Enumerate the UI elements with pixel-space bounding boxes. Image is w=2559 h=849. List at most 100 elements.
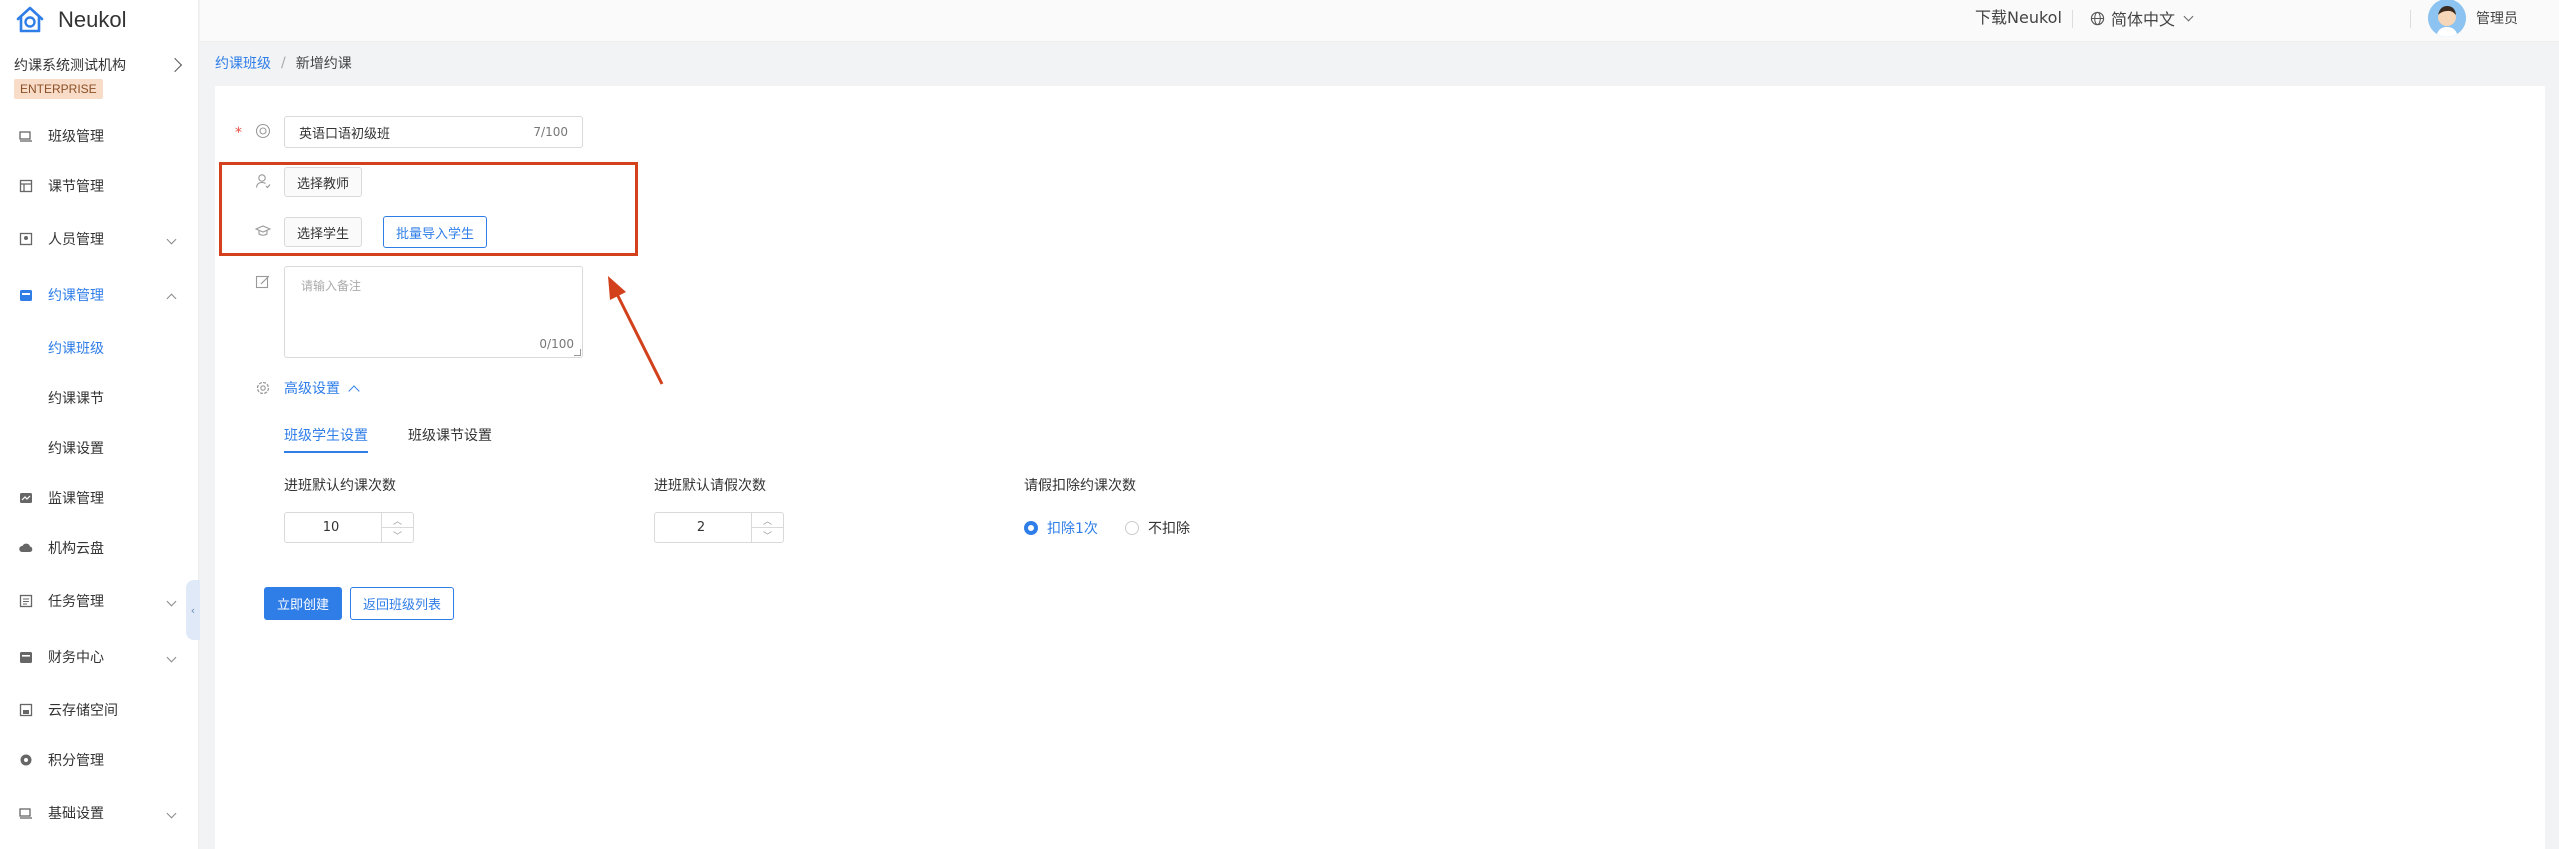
- remark-textarea[interactable]: 请输入备注 0/100: [284, 266, 583, 358]
- org-name: 约课系统测试机构: [14, 58, 126, 74]
- gear-icon: [255, 380, 271, 396]
- decrement-button[interactable]: ﹀: [752, 528, 783, 542]
- download-app-link[interactable]: 下载Neukol: [1975, 0, 2062, 36]
- sidebar-item-label: 约课课节: [48, 391, 104, 407]
- class-icon: [19, 129, 33, 143]
- resize-grip[interactable]: [574, 349, 581, 356]
- advanced-settings-toggle[interactable]: 高级设置: [284, 378, 360, 398]
- sidebar-item-cloud-disk[interactable]: 机构云盘: [0, 528, 199, 568]
- class-name-input[interactable]: 英语口语初级班 7/100: [284, 116, 583, 148]
- active-tab-indicator: [284, 451, 368, 453]
- people-icon: [19, 232, 33, 246]
- sidebar-item-lesson-management[interactable]: 课节管理: [0, 166, 199, 206]
- sidebar-subitem-booking-lesson[interactable]: 约课课节: [0, 378, 199, 418]
- radio-label: 扣除1次: [1047, 521, 1098, 537]
- default-booking-value[interactable]: 10: [285, 513, 381, 542]
- chevron-down-icon: [166, 808, 177, 818]
- create-now-button[interactable]: 立即创建: [264, 587, 342, 620]
- radio-no-deduct[interactable]: 不扣除: [1125, 518, 1190, 538]
- required-asterisk: *: [235, 125, 242, 141]
- sidebar-item-label: 机构云盘: [48, 541, 104, 557]
- advanced-settings-label: 高级设置: [284, 381, 340, 397]
- sidebar-item-points-management[interactable]: 积分管理: [0, 740, 199, 780]
- sidebar-item-basic-settings[interactable]: 基础设置: [0, 793, 199, 833]
- increment-button[interactable]: ︿: [752, 513, 783, 528]
- sidebar-item-label: 财务中心: [48, 650, 104, 666]
- sidebar-item-booking-management[interactable]: 约课管理: [0, 275, 199, 315]
- settings-icon: [19, 806, 33, 820]
- sidebar-item-label: 基础设置: [48, 806, 104, 822]
- user-menu[interactable]: 管理员: [2428, 0, 2524, 37]
- house-logo-icon: [16, 6, 44, 33]
- default-leave-value[interactable]: 2: [655, 513, 751, 542]
- sidebar-item-class-management[interactable]: 班级管理: [0, 116, 199, 156]
- cloud-icon: [19, 541, 33, 555]
- avatar: [2428, 0, 2466, 37]
- language-selector[interactable]: 简体中文: [2090, 0, 2194, 36]
- breadcrumb-parent-link[interactable]: 约课班级: [215, 53, 271, 73]
- user-name: 管理员: [2476, 11, 2518, 27]
- top-bar: [200, 0, 2559, 42]
- sidebar-item-task-management[interactable]: 任务管理: [0, 581, 199, 621]
- sidebar-item-label: 课节管理: [48, 179, 104, 195]
- sidebar-item-monitor-management[interactable]: 监课管理: [0, 478, 199, 518]
- chevron-right-icon: [167, 57, 183, 73]
- chevron-left-icon: ‹: [190, 603, 196, 617]
- leave-deduct-label: 请假扣除约课次数: [1024, 478, 1136, 494]
- tab-class-student-settings[interactable]: 班级学生设置: [284, 425, 368, 445]
- tab-class-lesson-settings[interactable]: 班级课节设置: [408, 425, 492, 445]
- breadcrumb-separator: /: [281, 55, 286, 71]
- sidebar-item-cloud-storage[interactable]: 云存储空间: [0, 690, 199, 730]
- remark-placeholder: 请输入备注: [301, 279, 362, 293]
- increment-button[interactable]: ︿: [382, 513, 413, 528]
- sidebar-item-finance-center[interactable]: 财务中心: [0, 637, 199, 677]
- lesson-icon: [19, 179, 33, 193]
- enterprise-badge: ENTERPRISE: [14, 79, 103, 99]
- sidebar-item-label: 积分管理: [48, 753, 104, 769]
- chevron-up-icon: [348, 384, 360, 397]
- breadcrumb: 约课班级 / 新增约课: [215, 52, 352, 74]
- divider: [2410, 10, 2411, 28]
- chevron-down-icon: [2183, 11, 2194, 21]
- brand-name: Neukol: [58, 7, 127, 32]
- brand-logo[interactable]: Neukol: [14, 2, 126, 38]
- radio-deduct-once[interactable]: 扣除1次: [1024, 518, 1098, 538]
- sidebar-item-label: 班级管理: [48, 129, 104, 145]
- chevron-up-icon: [166, 293, 177, 303]
- decrement-button[interactable]: ﹀: [382, 528, 413, 542]
- globe-icon: [2090, 11, 2105, 26]
- sidebar-item-people-management[interactable]: 人员管理: [0, 219, 199, 259]
- points-icon: [19, 753, 33, 767]
- edit-note-icon: [255, 274, 271, 290]
- language-label: 简体中文: [2111, 10, 2176, 29]
- sidebar-item-label: 约课管理: [48, 288, 104, 304]
- default-booking-stepper[interactable]: 10 ︿ ﹀: [284, 512, 414, 543]
- remark-counter: 0/100: [539, 337, 574, 351]
- breadcrumb-current: 新增约课: [295, 56, 352, 72]
- radio-dot: [1125, 521, 1139, 535]
- default-booking-label: 进班默认约课次数: [284, 478, 396, 494]
- class-name-icon: [255, 123, 271, 139]
- red-arrow-annotation: [608, 276, 664, 385]
- sidebar-item-label: 监课管理: [48, 491, 104, 507]
- sidebar-item-label: 人员管理: [48, 232, 104, 248]
- default-leave-stepper[interactable]: 2 ︿ ﹀: [654, 512, 784, 543]
- task-icon: [19, 594, 33, 608]
- chevron-down-icon: [166, 596, 177, 606]
- chevron-down-icon: [166, 652, 177, 662]
- booking-icon: [19, 288, 33, 302]
- sidebar-subitem-booking-settings[interactable]: 约课设置: [0, 428, 199, 468]
- radio-label: 不扣除: [1148, 521, 1190, 537]
- sidebar-item-label: 约课班级: [48, 341, 104, 357]
- default-leave-label: 进班默认请假次数: [654, 478, 766, 494]
- sidebar-subitem-booking-class[interactable]: 约课班级: [0, 328, 199, 368]
- radio-dot: [1024, 521, 1038, 535]
- divider: [2072, 10, 2073, 28]
- collapse-sidebar-button[interactable]: ‹: [186, 580, 200, 640]
- sidebar-item-label: 任务管理: [48, 594, 104, 610]
- back-to-class-list-button[interactable]: 返回班级列表: [350, 587, 454, 620]
- monitor-icon: [19, 491, 33, 505]
- class-name-value: 英语口语初级班: [299, 126, 391, 142]
- org-switcher[interactable]: 约课系统测试机构: [14, 54, 186, 76]
- sidebar-item-label: 约课设置: [48, 441, 104, 457]
